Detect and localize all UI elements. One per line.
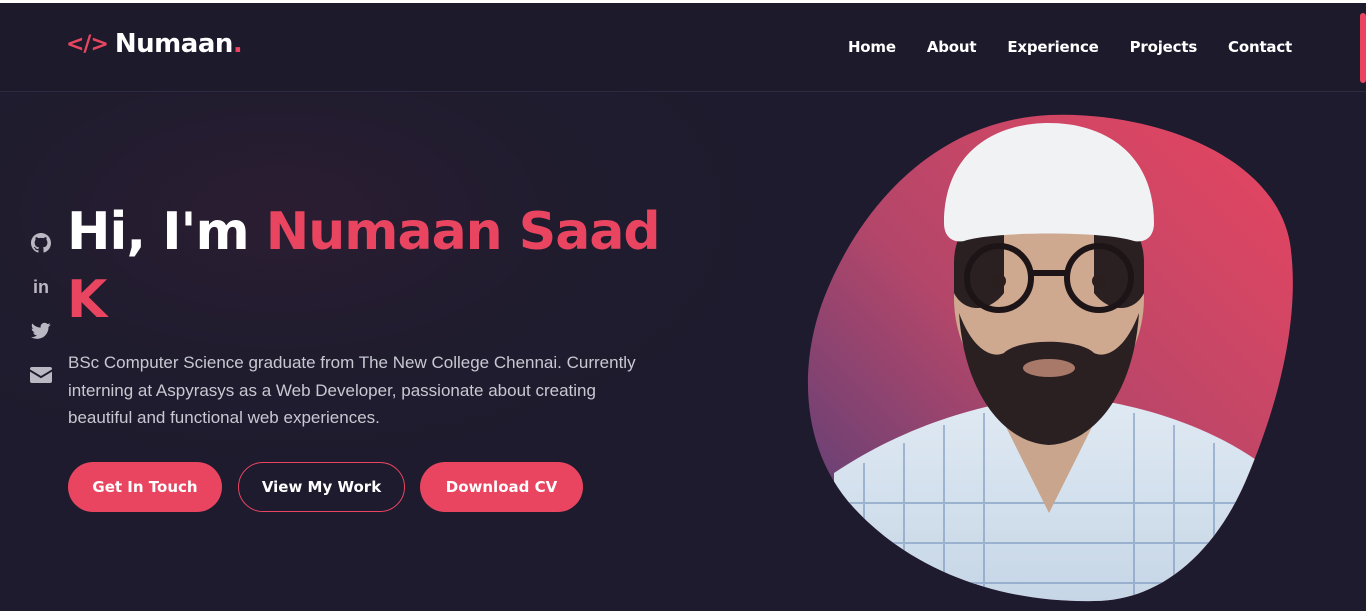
github-icon[interactable]	[30, 233, 52, 253]
download-cv-button[interactable]: Download CV	[420, 462, 583, 512]
nav-menu: Home About Experience Projects Contact	[848, 38, 1292, 56]
social-links: in	[30, 233, 52, 385]
nav-link-experience[interactable]: Experience	[1007, 38, 1098, 56]
email-icon[interactable]	[30, 365, 52, 385]
linkedin-glyph: in	[33, 276, 49, 297]
profile-photo	[804, 113, 1294, 603]
hero-section: in Hi, I'm Numaan Saad K BSc Computer Sc…	[0, 93, 1366, 611]
nav-link-about[interactable]: About	[927, 38, 977, 56]
brand-dot: .	[232, 29, 243, 59]
nav-link-contact[interactable]: Contact	[1228, 38, 1292, 56]
linkedin-icon[interactable]: in	[30, 277, 52, 297]
nav-link-projects[interactable]: Projects	[1130, 38, 1198, 56]
nav-link-home[interactable]: Home	[848, 38, 896, 56]
profile-photo-illustration	[807, 114, 1293, 602]
brand-name: Numaan	[114, 29, 233, 59]
code-brackets-icon: </>	[66, 31, 109, 57]
scrollbar-thumb[interactable]	[1360, 13, 1366, 83]
view-my-work-button[interactable]: View My Work	[238, 462, 405, 512]
hero-headline: Hi, I'm Numaan Saad K	[67, 198, 687, 334]
get-in-touch-button[interactable]: Get In Touch	[68, 462, 222, 512]
twitter-icon[interactable]	[30, 321, 52, 341]
navbar: </> Numaan. Home About Experience Projec…	[0, 3, 1366, 92]
site-logo[interactable]: </> Numaan.	[66, 29, 243, 59]
hero-bio: BSc Computer Science graduate from The N…	[68, 353, 636, 427]
hero-greeting: Hi, I'm	[67, 202, 266, 262]
